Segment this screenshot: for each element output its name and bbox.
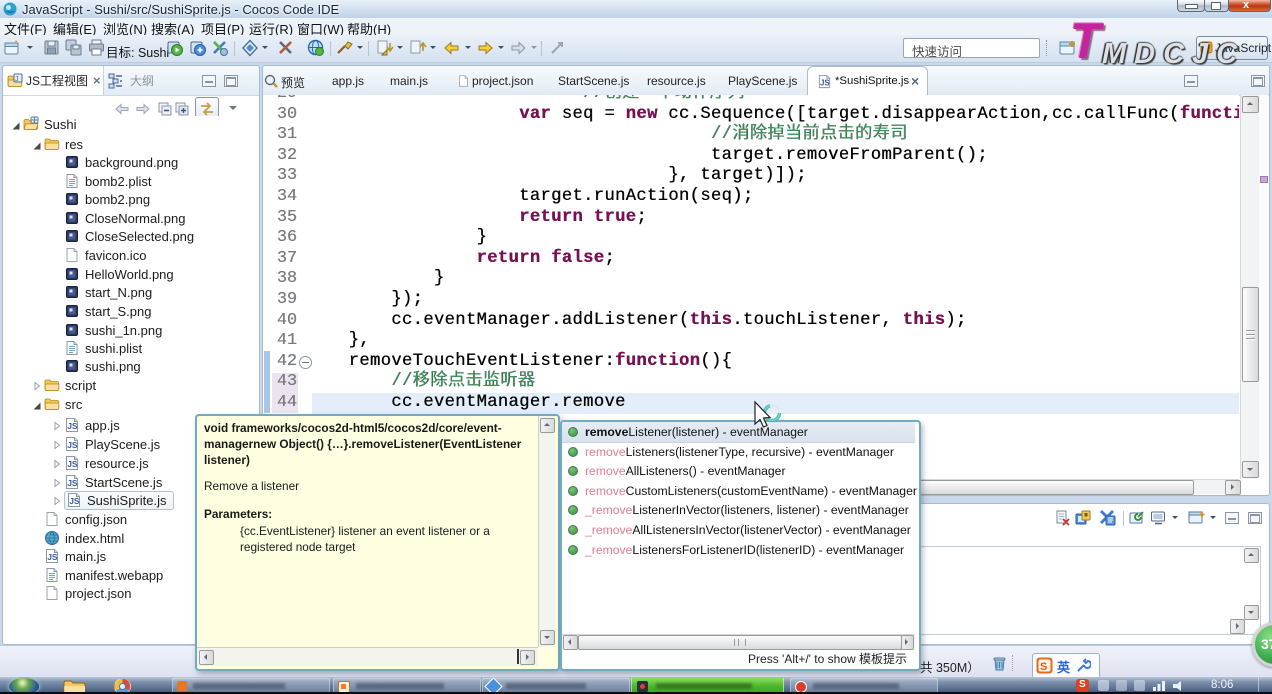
- svg-text:J: J: [15, 76, 19, 83]
- svg-text:S: S: [1040, 661, 1047, 673]
- svg-text:J: J: [1203, 44, 1207, 53]
